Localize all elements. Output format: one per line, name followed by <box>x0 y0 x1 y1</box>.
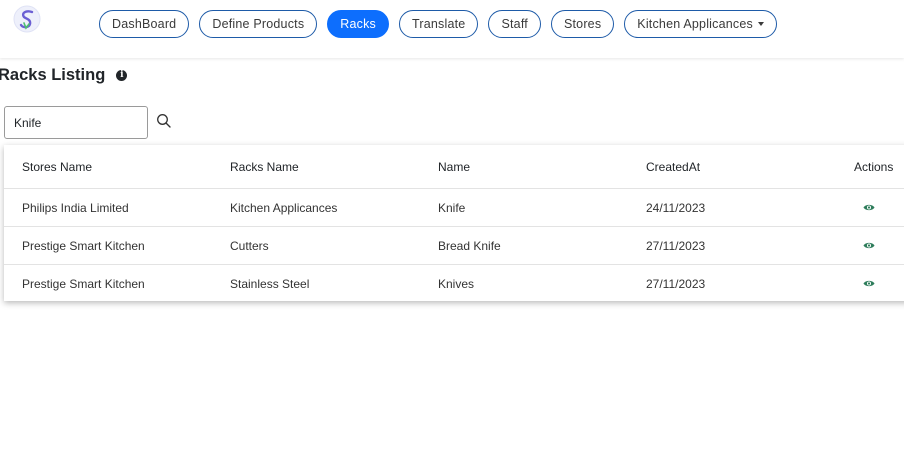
main-nav: DashBoard Define Products Racks Translat… <box>99 10 777 38</box>
eye-icon[interactable] <box>863 241 875 250</box>
header-created-at[interactable]: CreatedAt <box>646 145 854 189</box>
cell-rack-name: Stainless Steel <box>230 276 310 291</box>
cell-actions <box>854 226 904 265</box>
cell-actions <box>854 265 904 303</box>
cell-name: Bread Knife <box>438 226 646 265</box>
cell-actions <box>854 188 904 227</box>
nav-staff[interactable]: Staff <box>488 10 541 38</box>
nav-racks-label: Racks <box>340 17 377 31</box>
page-title-text: Racks Listing <box>0 66 106 84</box>
nav-translate[interactable]: Translate <box>399 10 479 38</box>
app-logo[interactable] <box>12 4 42 34</box>
nav-kitchen-applicances-label: Kitchen Applicances <box>637 17 753 31</box>
eye-icon[interactable] <box>863 203 875 212</box>
nav-stores-label: Stores <box>563 17 602 31</box>
search-icon[interactable] <box>156 113 172 129</box>
nav-dashboard[interactable]: DashBoard <box>99 10 190 38</box>
header-actions: Actions <box>854 145 904 189</box>
cell-store-name: Prestige Smart Kitchen <box>22 276 145 291</box>
eye-icon[interactable] <box>863 279 875 288</box>
cell-name: Knife <box>438 188 646 227</box>
nav-dashboard-label: DashBoard <box>112 17 177 31</box>
cell-store-name: Prestige Smart Kitchen <box>4 226 230 265</box>
nav-translate-label: Translate <box>412 17 466 31</box>
cell-store-name: Philips India Limited <box>4 188 230 227</box>
cell-created-at: 24/11/2023 <box>646 188 854 227</box>
page-title: Racks Listing i <box>0 66 128 85</box>
header-name[interactable]: Name <box>438 145 646 189</box>
racks-table: Stores Name Racks Name Name CreatedAt Ac… <box>4 145 904 302</box>
nav-stores[interactable]: Stores <box>550 10 615 38</box>
racks-table-card: Stores Name Racks Name Name CreatedAt Ac… <box>4 145 904 301</box>
cell-created-at: 27/11/2023 <box>646 226 854 265</box>
nav-define-products-label: Define Products <box>212 17 305 31</box>
header-stores-name[interactable]: Stores Name <box>4 145 230 189</box>
cell-name: Knives <box>438 276 475 291</box>
table-row: Prestige Smart Kitchen Stainless Steel K… <box>4 265 904 303</box>
table-row: Philips India Limited Kitchen Applicance… <box>4 188 904 227</box>
nav-racks[interactable]: Racks <box>327 10 390 38</box>
table-row: Prestige Smart Kitchen Cutters Bread Kni… <box>4 226 904 265</box>
caret-down-icon <box>757 22 764 26</box>
cell-created-at: 27/11/2023 <box>646 276 706 291</box>
top-navbar: DashBoard Define Products Racks Translat… <box>0 0 904 58</box>
nav-define-products[interactable]: Define Products <box>199 10 318 38</box>
nav-staff-label: Staff <box>501 17 528 31</box>
nav-kitchen-applicances-dropdown[interactable]: Kitchen Applicances <box>624 10 777 38</box>
search-input[interactable] <box>4 106 148 139</box>
info-circle-icon[interactable]: i <box>116 70 128 81</box>
cell-rack-name: Cutters <box>230 226 438 265</box>
table-header-row: Stores Name Racks Name Name CreatedAt Ac… <box>4 145 904 189</box>
cell-rack-name: Kitchen Applicances <box>230 188 438 227</box>
header-racks-name[interactable]: Racks Name <box>230 145 438 189</box>
